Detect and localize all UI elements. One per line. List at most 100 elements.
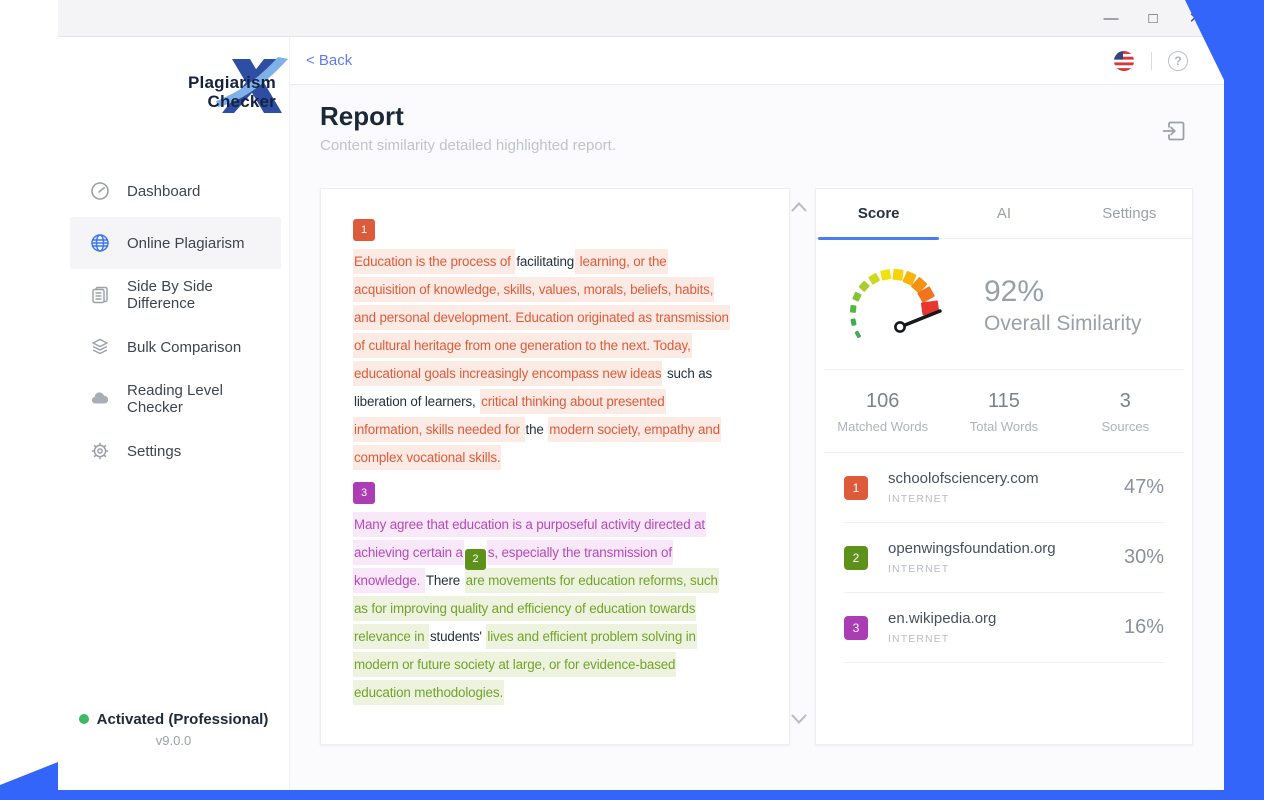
source-row[interactable]: 1 schoolofsciencery.com INTERNET 47%: [844, 453, 1164, 523]
us-flag-icon[interactable]: [1113, 50, 1135, 72]
help-icon[interactable]: ?: [1168, 51, 1188, 71]
scroll-up-icon[interactable]: [790, 201, 808, 213]
sidebar-nav: Dashboard Online Plagiarism Side By Side…: [58, 165, 289, 477]
source-marker-badge[interactable]: 2: [465, 549, 486, 570]
back-link[interactable]: < Back: [306, 52, 352, 69]
activation-label: Activated (Professional): [58, 711, 289, 728]
doc-line: of cultural heritage from one generation…: [353, 332, 781, 360]
sidebar-item-reading-level[interactable]: Reading Level Checker: [70, 373, 281, 425]
report-main-area: Report Content similarity detailed highl…: [290, 85, 1224, 790]
accent-triangle-bottom-left: [0, 762, 58, 790]
source-percent: 30%: [1124, 546, 1164, 569]
doc-text-run: educational goals increasingly encompass…: [353, 361, 662, 386]
report-header-bar: < Back ?: [290, 37, 1224, 85]
source-badge: 3: [844, 616, 868, 640]
sidebar-item-label: Dashboard: [127, 183, 200, 200]
tab-ai[interactable]: AI: [941, 189, 1066, 238]
doc-line: acquisition of knowledge, skills, values…: [353, 276, 781, 304]
export-report-icon[interactable]: [1161, 117, 1189, 145]
source-badge: 2: [844, 546, 868, 570]
globe-icon: [90, 233, 110, 253]
source-domain: en.wikipedia.org: [888, 610, 996, 627]
sidebar-item-online-plagiarism[interactable]: Online Plagiarism: [70, 217, 281, 269]
source-percent: 47%: [1124, 476, 1164, 499]
doc-line: Education is the process of facilitating…: [353, 248, 781, 276]
header-divider: [1151, 52, 1152, 70]
sidebar: Plagiarism Checker Dashboard Online Plag…: [58, 37, 290, 790]
doc-text-run: knowledge.: [353, 568, 425, 593]
doc-text-run: education methodologies.: [353, 680, 504, 705]
document-report-card[interactable]: 1 Education is the process of facilitatin…: [320, 188, 790, 745]
doc-text-run: as for improving quality and efficiency …: [353, 596, 696, 621]
accent-band-bottom: [0, 790, 1264, 800]
documents-icon: [90, 285, 110, 305]
page-title: Report: [320, 101, 404, 132]
source-row[interactable]: 2 openwingsfoundation.org INTERNET 30%: [844, 523, 1164, 593]
tab-settings[interactable]: Settings: [1067, 189, 1192, 238]
doc-line: knowledge. There are movements for educa…: [353, 567, 781, 595]
similarity-label: Overall Similarity: [984, 312, 1142, 336]
doc-text-run: learning, or the: [575, 249, 668, 274]
source-badge: 1: [844, 476, 868, 500]
doc-text-run: modern society, empathy and: [548, 417, 721, 442]
sidebar-item-dashboard[interactable]: Dashboard: [70, 165, 281, 217]
accent-band-right: [1224, 0, 1264, 800]
logo-text: Plagiarism Checker: [108, 73, 276, 111]
source-type: INTERNET: [888, 563, 1056, 575]
sidebar-item-settings[interactable]: Settings: [70, 425, 281, 477]
sidebar-item-label: Settings: [127, 443, 181, 460]
doc-text-run: such as: [662, 361, 713, 386]
source-row[interactable]: 3 en.wikipedia.org INTERNET 16%: [844, 593, 1164, 663]
doc-line: relevance in students' lives and efficie…: [353, 623, 781, 651]
sidebar-item-bulk-comparison[interactable]: Bulk Comparison: [70, 321, 281, 373]
source-domain: openwingsfoundation.org: [888, 540, 1056, 557]
doc-text-run: information, skills needed for: [353, 417, 525, 442]
doc-text-run: s, especially the transmission of: [487, 540, 673, 565]
doc-line: complex vocational skills.: [353, 444, 781, 472]
doc-text-run: lives and efficient problem solving in: [486, 624, 696, 649]
tab-score[interactable]: Score: [816, 189, 941, 238]
doc-line: and personal development. Education orig…: [353, 304, 781, 332]
score-panel: Score AI Settings: [815, 188, 1193, 745]
layers-icon: [90, 337, 110, 357]
sidebar-item-label: Reading Level Checker: [127, 382, 281, 416]
doc-text-run: relevance in: [353, 624, 429, 649]
doc-text-run: Education is the process of: [353, 249, 515, 274]
app-window: — □ ✕ Plagiarism Checker Dashboard: [0, 0, 1264, 800]
sources-list: 1 schoolofsciencery.com INTERNET 47% 2 o…: [816, 453, 1192, 663]
doc-text-run: liberation of learners,: [353, 389, 480, 414]
dashboard-gauge-icon: [90, 181, 110, 201]
similarity-gauge-section: 92% Overall Similarity: [816, 239, 1192, 355]
doc-text-run: critical thinking about presented: [480, 389, 665, 414]
gear-icon: [90, 441, 110, 461]
stat-sources: 3 Sources: [1065, 390, 1186, 434]
doc-line: education methodologies.: [353, 679, 781, 707]
app-version: v9.0.0: [58, 733, 289, 748]
similarity-gauge-icon: [840, 255, 968, 355]
doc-text-run: facilitating: [515, 249, 575, 274]
status-dot-icon: [79, 714, 89, 724]
source-domain: schoolofsciencery.com: [888, 470, 1039, 487]
doc-text-run: of cultural heritage from one generation…: [353, 333, 692, 358]
minimize-button[interactable]: —: [1094, 3, 1128, 33]
doc-text-run: the: [525, 417, 549, 442]
doc-text-run: acquisition of knowledge, skills, values…: [353, 277, 714, 302]
app-logo: Plagiarism Checker: [108, 59, 298, 131]
maximize-button[interactable]: □: [1136, 3, 1170, 33]
stat-matched-words: 106 Matched Words: [822, 390, 943, 434]
sidebar-item-label: Side By Side Difference: [127, 278, 281, 312]
source-marker-badge[interactable]: 3: [353, 482, 375, 504]
doc-text-run: Many agree that education is a purposefu…: [353, 512, 706, 537]
activation-status: Activated (Professional) v9.0.0: [58, 711, 289, 748]
source-marker-badge[interactable]: 1: [353, 219, 375, 241]
similarity-percent: 92%: [984, 275, 1142, 309]
doc-text-run: achieving certain a: [353, 540, 464, 565]
doc-text-run: students': [429, 624, 486, 649]
doc-text-run: modern or future society at large, or fo…: [353, 652, 676, 677]
doc-line: Many agree that education is a purposefu…: [353, 511, 781, 539]
source-type: INTERNET: [888, 633, 996, 645]
sidebar-item-label: Bulk Comparison: [127, 339, 241, 356]
doc-line: liberation of learners, critical thinkin…: [353, 388, 781, 416]
scroll-down-icon[interactable]: [790, 713, 808, 725]
sidebar-item-side-by-side[interactable]: Side By Side Difference: [70, 269, 281, 321]
